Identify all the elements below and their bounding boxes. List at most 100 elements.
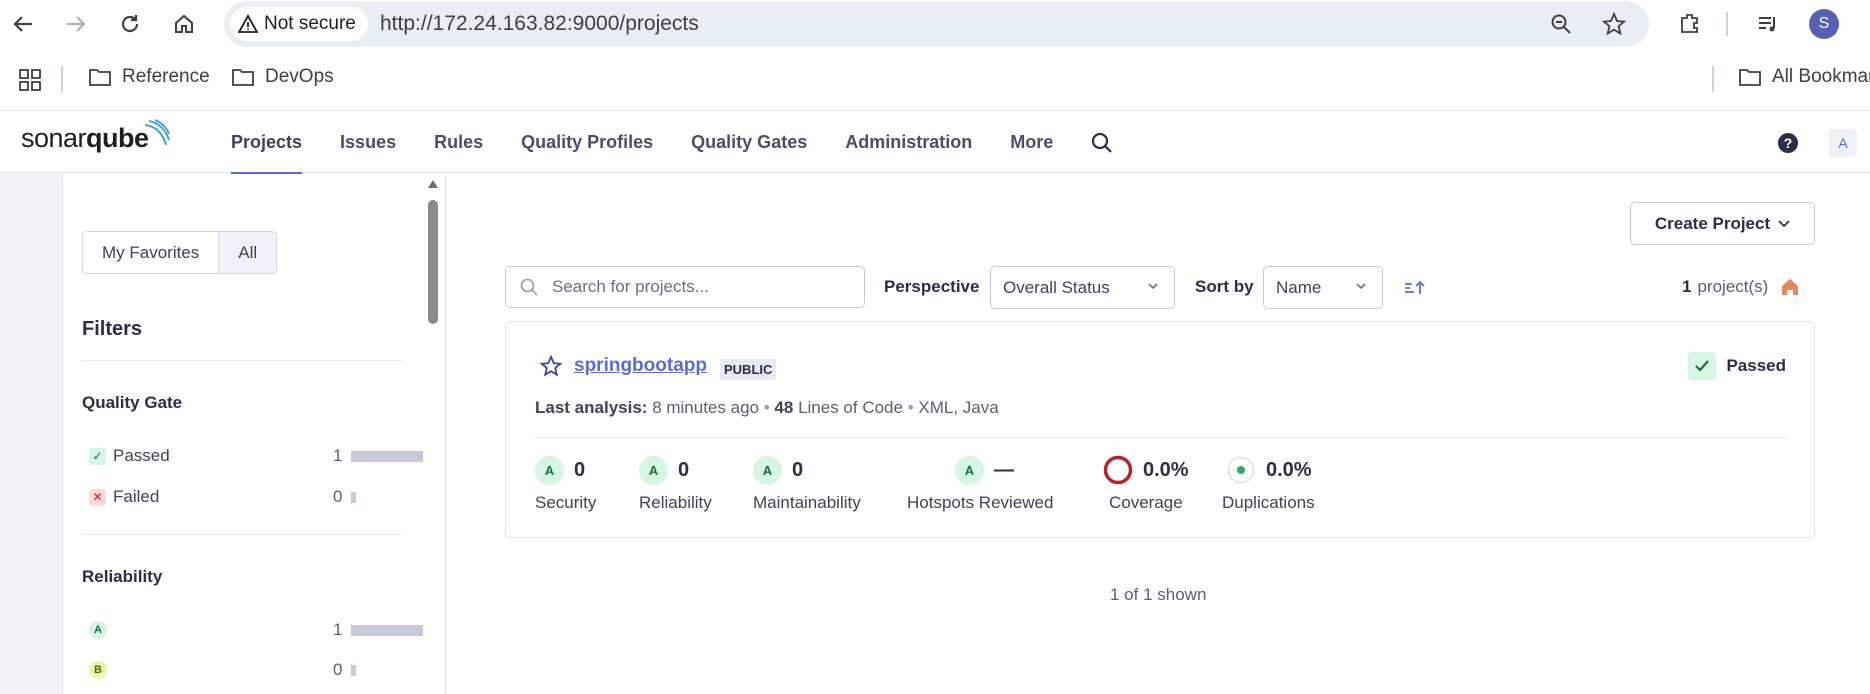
coverage-ring-icon (1103, 455, 1133, 485)
facet-reliability-a[interactable]: A 1 (89, 618, 423, 642)
measure-label: Maintainability (753, 493, 861, 512)
project-meta: Last analysis: 8 minutes ago • 48 Lines … (535, 398, 999, 417)
measure-hotspots-reviewed[interactable]: A — Hotspots Reviewed (907, 453, 1053, 513)
measure-value: 0.0% (1143, 458, 1189, 481)
nav-rules[interactable]: Rules (434, 111, 483, 174)
project-name-link[interactable]: springbootapp (574, 355, 707, 377)
bookmark-reference[interactable]: Reference (88, 66, 210, 88)
extensions-icon[interactable] (1678, 11, 1702, 35)
search-placeholder: Search for projects... (552, 277, 709, 296)
reload-button[interactable] (114, 8, 146, 40)
forward-button[interactable] (60, 8, 92, 40)
measure-maintainability[interactable]: A0 Maintainability (753, 453, 861, 513)
grade-badge: A (639, 455, 668, 485)
perspective-select[interactable]: Overall Status (990, 266, 1175, 309)
zoom-icon[interactable] (1550, 13, 1572, 35)
media-queue-icon[interactable] (1756, 12, 1780, 36)
measure-duplications[interactable]: 0.0% Duplications (1222, 453, 1315, 513)
measure-security[interactable]: A0 Security (535, 453, 596, 513)
rating-a-badge: A (89, 621, 107, 639)
user-menu[interactable]: A (1829, 111, 1857, 174)
sort-select[interactable]: Name (1263, 266, 1383, 309)
quality-gate-status-label: Passed (1726, 356, 1786, 375)
profile-avatar[interactable]: S (1809, 9, 1839, 39)
security-label: Not secure (264, 13, 356, 34)
duplications-dot-icon (1227, 456, 1255, 484)
all-bookmarks[interactable]: All Bookmarks (1738, 66, 1870, 88)
measure-value: 0 (574, 458, 586, 481)
home-icon[interactable] (1780, 277, 1800, 297)
measure-reliability[interactable]: A0 Reliability (639, 453, 712, 513)
facet-bar (351, 492, 356, 503)
home-button[interactable] (168, 8, 200, 40)
measure-value: 0 (792, 458, 804, 481)
global-search-button[interactable] (1091, 111, 1113, 174)
nav-more[interactable]: More (1010, 111, 1053, 174)
sidebar-scrollbar[interactable] (426, 174, 440, 694)
bookmark-label: DevOps (265, 66, 334, 87)
facet-bar (351, 451, 423, 462)
scrollbar-thumb[interactable] (428, 200, 438, 324)
chevron-down-icon (1148, 283, 1158, 290)
facet-passed[interactable]: ✓ Passed 1 (89, 444, 423, 468)
measure-value: — (994, 458, 1014, 481)
user-avatar: A (1829, 128, 1857, 157)
bookmark-devops[interactable]: DevOps (231, 66, 334, 88)
warning-icon (238, 14, 258, 33)
nav-projects[interactable]: Projects (231, 111, 303, 175)
security-chip[interactable]: Not secure (230, 7, 368, 41)
nav-issues[interactable]: Issues (340, 111, 396, 174)
nav-quality-profiles[interactable]: Quality Profiles (521, 111, 653, 174)
measure-label: Coverage (1109, 493, 1183, 512)
scroll-up-arrow-icon[interactable] (427, 179, 439, 189)
all-projects-button[interactable]: All (218, 232, 277, 273)
bookmark-star-icon[interactable] (1602, 12, 1626, 36)
folder-icon (1739, 69, 1761, 86)
facet-reliability-b[interactable]: B 0 (89, 658, 402, 682)
url-text[interactable]: http://172.24.163.82:9000/projects (380, 12, 699, 36)
facet-bar (351, 625, 423, 636)
facet-failed[interactable]: ✕ Failed 0 (89, 485, 402, 509)
reload-icon (121, 15, 139, 33)
bookmark-label: Reference (122, 66, 210, 87)
my-favorites-button[interactable]: My Favorites (83, 232, 219, 273)
measure-label: Duplications (1222, 493, 1315, 512)
bookmarks-bar: Reference DevOps All Bookmarks (0, 60, 1870, 98)
divider (82, 534, 402, 535)
favorites-toggle: My Favorites All (82, 231, 278, 274)
svg-text:?: ? (1784, 135, 1793, 151)
facet-count: 0 (333, 660, 343, 679)
facet-count: 1 (333, 446, 343, 465)
quality-gate-facet-title: Quality Gate (82, 393, 183, 412)
filters-title: Filters (82, 318, 143, 340)
folder-icon (232, 69, 254, 86)
loc-value: 48 (774, 398, 794, 417)
facet-count: 0 (333, 487, 343, 506)
facet-bar (351, 665, 356, 676)
grade-badge: A (753, 455, 782, 485)
measure-label: Hotspots Reviewed (907, 493, 1054, 512)
divider (82, 360, 402, 361)
sort-ascending-icon (1405, 280, 1425, 294)
sort-value: Name (1276, 277, 1322, 297)
project-search-input[interactable]: Search for projects... (505, 266, 865, 308)
help-button[interactable]: ? (1777, 111, 1799, 174)
create-project-button[interactable]: Create Project (1630, 202, 1815, 245)
last-analysis-value: 8 minutes ago (652, 398, 759, 417)
apps-grid-icon[interactable] (18, 68, 42, 92)
reliability-facet-title: Reliability (82, 567, 163, 586)
nav-administration[interactable]: Administration (845, 111, 972, 174)
chevron-down-icon (1356, 283, 1366, 290)
divider (535, 437, 1787, 438)
grade-badge: A (535, 455, 564, 485)
facet-count: 1 (333, 620, 343, 639)
back-button[interactable] (7, 8, 39, 40)
back-arrow-icon (13, 16, 32, 32)
sonarqube-logo[interactable]: sonarqube (21, 119, 170, 154)
measure-coverage[interactable]: 0.0% Coverage (1103, 453, 1189, 513)
nav-quality-gates[interactable]: Quality Gates (691, 111, 807, 174)
favorite-star-icon[interactable] (540, 355, 562, 377)
sort-direction-button[interactable] (1402, 276, 1426, 300)
rating-b-badge: B (89, 661, 107, 679)
address-bar[interactable]: Not secure http://172.24.163.82:9000/pro… (224, 1, 1649, 47)
